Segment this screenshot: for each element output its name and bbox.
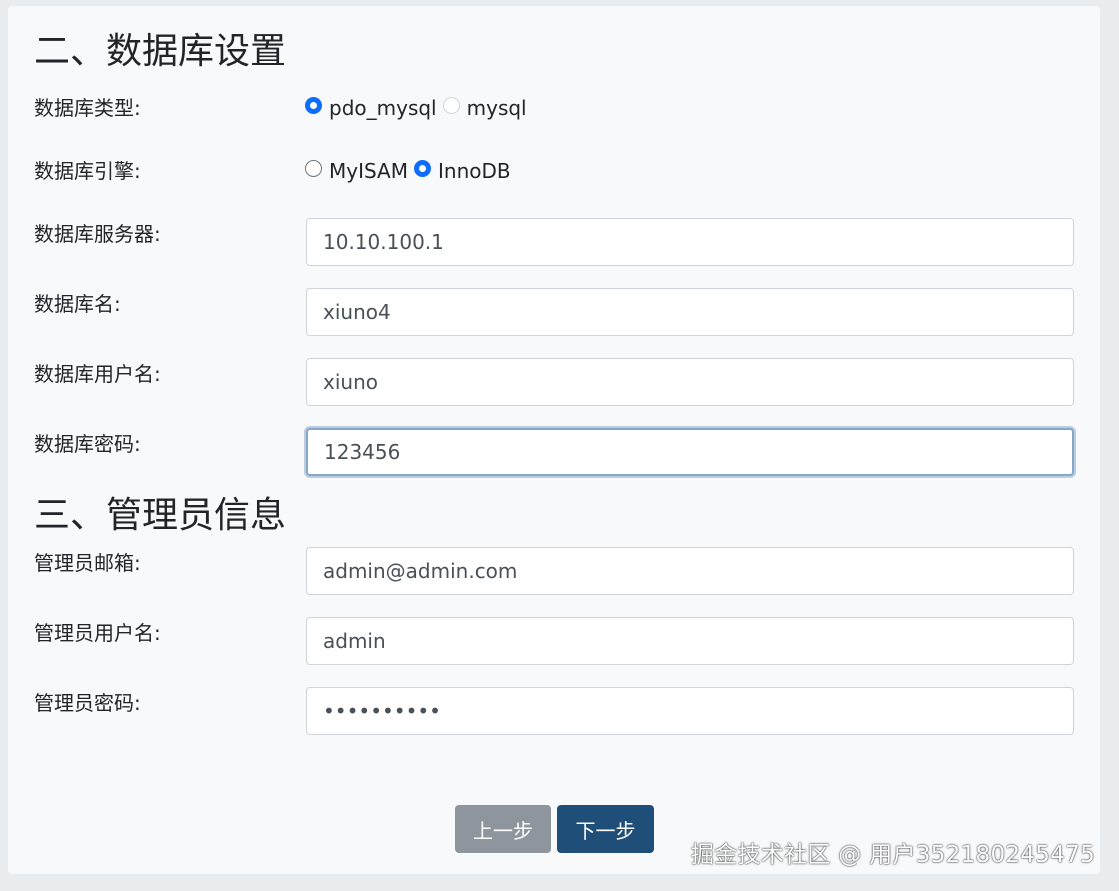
radio-myisam-label[interactable]: MyISAM <box>329 159 408 183</box>
db-engine-radio-group: MyISAM InnoDB <box>305 159 517 183</box>
db-server-input[interactable] <box>306 218 1074 266</box>
db-server-label: 数据库服务器: <box>34 222 161 246</box>
db-type-label: 数据库类型: <box>34 96 141 120</box>
admin-username-label: 管理员用户名: <box>34 621 161 645</box>
db-engine-label: 数据库引擎: <box>34 159 141 183</box>
install-form-card: 二、数据库设置 数据库类型: pdo_mysql mysql 数据库引擎: My… <box>8 6 1100 874</box>
radio-mysql[interactable] <box>442 96 460 114</box>
db-section-title: 二、数据库设置 <box>34 31 287 72</box>
radio-mysql-label[interactable]: mysql <box>467 96 527 120</box>
admin-username-input[interactable] <box>306 617 1074 665</box>
radio-innodb-label[interactable]: InnoDB <box>438 159 511 183</box>
db-name-label: 数据库名: <box>34 292 121 316</box>
radio-innodb[interactable] <box>414 159 431 177</box>
admin-email-input[interactable] <box>306 547 1074 595</box>
db-name-input[interactable] <box>306 288 1074 336</box>
next-step-button[interactable]: 下一步 <box>557 805 654 853</box>
watermark-text: 掘金技术社区 @ 用户352180245475 <box>690 842 1095 868</box>
admin-password-label: 管理员密码: <box>34 691 141 715</box>
db-user-input[interactable] <box>306 358 1074 406</box>
db-password-input[interactable] <box>306 428 1074 476</box>
radio-myisam[interactable] <box>305 159 322 177</box>
admin-password-input[interactable] <box>306 687 1074 735</box>
radio-pdo-mysql[interactable] <box>305 96 322 114</box>
db-password-label: 数据库密码: <box>34 432 141 456</box>
db-user-label: 数据库用户名: <box>34 362 161 386</box>
radio-pdo-mysql-label[interactable]: pdo_mysql <box>329 96 437 120</box>
admin-email-label: 管理员邮箱: <box>34 551 141 575</box>
db-type-radio-group: pdo_mysql mysql <box>305 96 533 120</box>
admin-section-title: 三、管理员信息 <box>34 495 287 536</box>
prev-step-button[interactable]: 上一步 <box>455 805 551 853</box>
